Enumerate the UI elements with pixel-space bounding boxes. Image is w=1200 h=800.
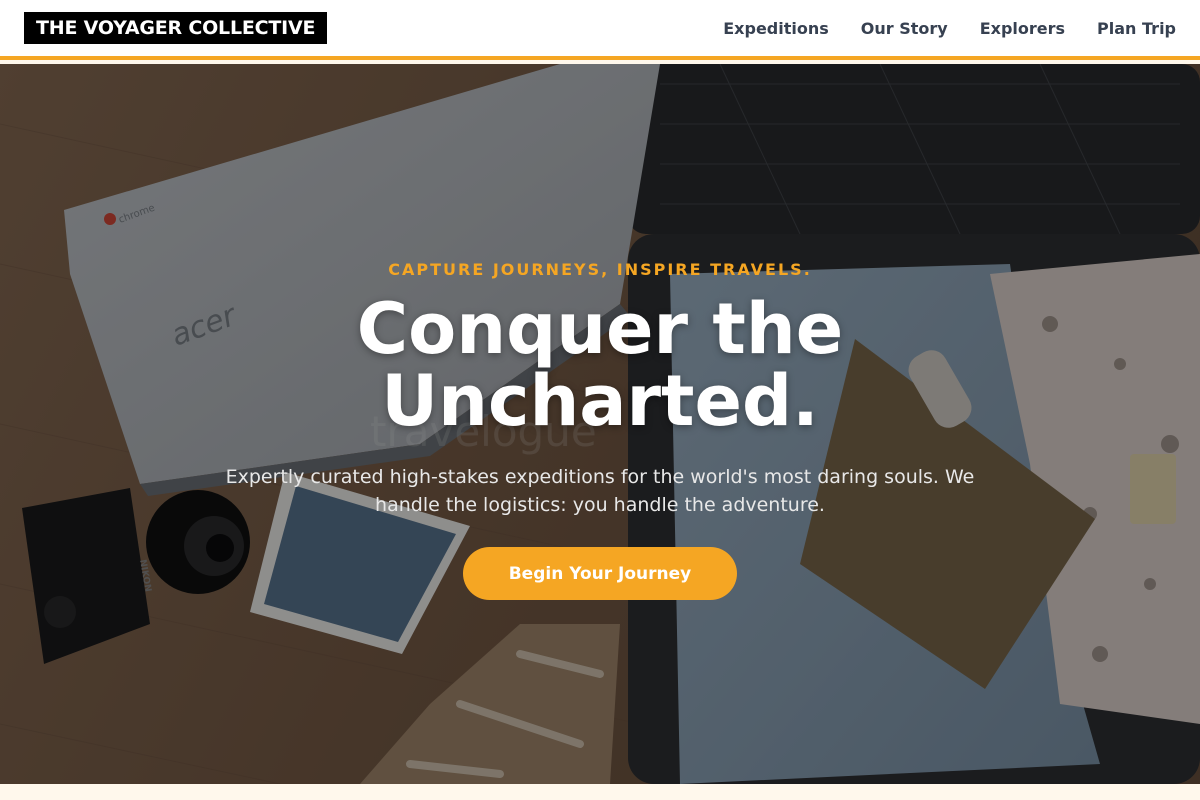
site-header: THE VOYAGER COLLECTIVE Expeditions Our S… — [0, 0, 1200, 60]
nav-link-explorers[interactable]: Explorers — [980, 19, 1065, 38]
nav-link-expeditions[interactable]: Expeditions — [723, 19, 829, 38]
next-section-edge — [0, 784, 1200, 800]
hero-subhead: Expertly curated high-stakes expeditions… — [225, 466, 975, 516]
hero-eyebrow: CAPTURE JOURNEYS, INSPIRE TRAVELS. — [388, 260, 812, 279]
nav-link-our-story[interactable]: Our Story — [861, 19, 948, 38]
main-nav: Expeditions Our Story Explorers Plan Tri… — [723, 19, 1176, 38]
brand-logo[interactable]: THE VOYAGER COLLECTIVE — [24, 12, 328, 44]
hero-content: CAPTURE JOURNEYS, INSPIRE TRAVELS. Conqu… — [0, 64, 1200, 784]
begin-journey-button[interactable]: Begin Your Journey — [463, 547, 737, 600]
hero-section: acer chrome NIKON travelogue CAPTURE JOU… — [0, 64, 1200, 784]
nav-link-plan-trip[interactable]: Plan Trip — [1097, 19, 1176, 38]
hero-headline: Conquer the Uncharted. — [356, 288, 844, 442]
